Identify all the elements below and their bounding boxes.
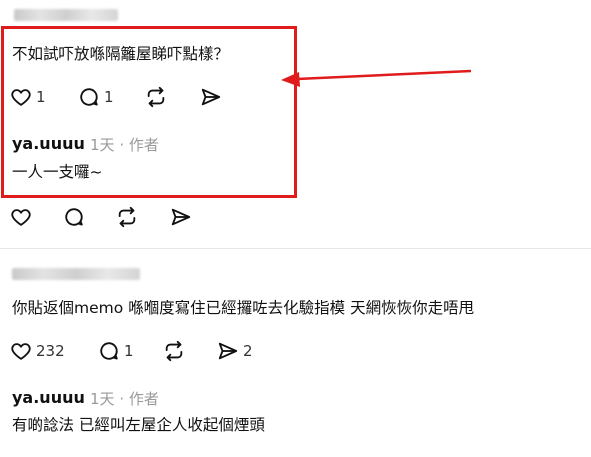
reply-text: 有啲諗法 已經叫左屋企人收起個煙頭	[12, 416, 265, 434]
reply-button[interactable]: 1	[98, 340, 134, 362]
heart-icon	[11, 343, 31, 360]
comment-icon	[65, 208, 83, 226]
blurred-username	[12, 268, 140, 280]
comment-icon	[100, 342, 118, 360]
share-button[interactable]: 2	[217, 340, 253, 362]
reply-button[interactable]	[63, 206, 85, 228]
blurred-username	[14, 9, 118, 21]
send-icon	[218, 342, 238, 360]
repost-icon	[118, 206, 136, 228]
like-count: 232	[36, 342, 65, 360]
reply-count: 1	[124, 342, 134, 360]
like-button[interactable]: 232	[10, 340, 65, 362]
share-button[interactable]	[170, 206, 192, 228]
reply-time: 1天 · 作者	[90, 390, 159, 408]
reply-author[interactable]: ya.uuuu	[12, 388, 85, 407]
like-button[interactable]	[10, 206, 32, 228]
post-text: 你貼返個memo 喺嗰度寫住已經攞咗去化驗指模 天網恢恢你走唔甩	[12, 299, 475, 317]
repost-button[interactable]	[116, 206, 138, 228]
send-icon	[171, 208, 191, 226]
heart-icon	[11, 209, 31, 226]
divider	[0, 248, 591, 249]
arrow-annotation	[281, 69, 472, 87]
highlight-box	[1, 26, 297, 198]
repost-icon	[165, 340, 183, 362]
repost-button[interactable]	[163, 340, 185, 362]
share-count: 2	[243, 342, 253, 360]
